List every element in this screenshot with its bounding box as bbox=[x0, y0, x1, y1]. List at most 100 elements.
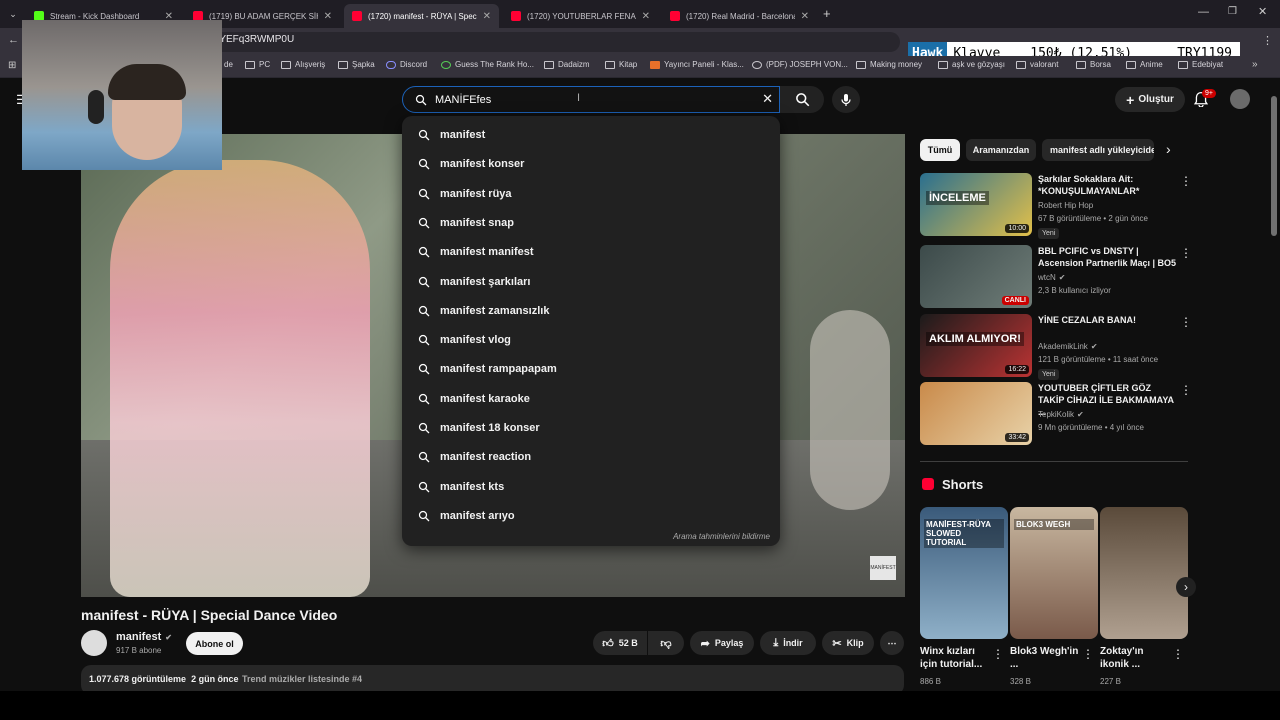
bookmark-item[interactable]: Kitap bbox=[605, 60, 637, 69]
suggestion-item[interactable]: manifest karaoke bbox=[418, 388, 530, 410]
tab-search-button[interactable]: ⌄ bbox=[6, 7, 20, 21]
suggestion-item[interactable]: manifest vlog bbox=[418, 329, 511, 351]
video-options-icon[interactable]: ⋮ bbox=[1180, 246, 1192, 260]
discord-icon bbox=[386, 60, 396, 69]
short-thumbnail[interactable]: MANİFEST-RÜYA SLOWED TUTORIAL bbox=[920, 507, 1008, 639]
related-title[interactable]: Şarkılar Sokaklara Ait: *KONUŞULMAYANLAR… bbox=[1038, 173, 1178, 197]
like-button[interactable]: 👍︎ 52 B bbox=[593, 631, 647, 655]
video-options-icon[interactable]: ⋮ bbox=[1180, 383, 1192, 397]
related-channel[interactable]: AkademikLink ✔ bbox=[1038, 342, 1098, 351]
suggestion-item[interactable]: manifest kts bbox=[418, 476, 504, 498]
short-title[interactable]: Zoktay'ın ikonik ... bbox=[1100, 645, 1170, 671]
related-channel[interactable]: wtcN ✔ bbox=[1038, 273, 1065, 282]
bookmark-item[interactable]: Alışveriş bbox=[281, 60, 325, 69]
channel-watermark[interactable]: MANİFEST bbox=[870, 556, 896, 580]
more-actions-button[interactable]: ⋯ bbox=[880, 631, 904, 655]
new-tab-button[interactable]: + bbox=[823, 6, 831, 21]
short-title[interactable]: Winx kızları için tutorial... bbox=[920, 645, 990, 671]
chip-all[interactable]: Tümü bbox=[920, 139, 960, 161]
avatar[interactable] bbox=[1230, 89, 1250, 109]
related-title[interactable]: YİNE CEZALAR BANA! bbox=[1038, 314, 1178, 326]
download-button[interactable]: ⤓ İndir bbox=[760, 631, 816, 655]
suggestion-item[interactable]: manifest manifest bbox=[418, 241, 534, 263]
suggestion-item[interactable]: manifest rampapapam bbox=[418, 358, 557, 380]
suggestion-item[interactable]: manifest snap bbox=[418, 212, 514, 234]
bookmark-item[interactable]: Borsa bbox=[1076, 60, 1111, 69]
channel-avatar[interactable] bbox=[81, 630, 107, 656]
close-tab-icon[interactable]: ✕ bbox=[801, 11, 809, 22]
bookmark-item[interactable]: Making money bbox=[856, 60, 922, 69]
scrollbar-thumb[interactable] bbox=[1271, 96, 1277, 236]
suggestion-item[interactable]: manifest 18 konser bbox=[418, 417, 540, 439]
bookmark-item[interactable]: Guess The Rank Ho... bbox=[441, 60, 534, 69]
restore-icon[interactable]: ❐ bbox=[1228, 6, 1237, 17]
bookmark-item[interactable]: Edebiyat bbox=[1178, 60, 1223, 69]
suggestion-item[interactable]: manifest zamansızlık bbox=[418, 300, 549, 322]
minimize-icon[interactable]: — bbox=[1198, 6, 1209, 18]
related-channel[interactable]: TepkiKolik ✔ bbox=[1038, 410, 1084, 419]
related-title[interactable]: BBL PCIFIC vs DNSTY | Ascension Partnerl… bbox=[1038, 245, 1178, 269]
related-thumbnail[interactable]: 33:42 bbox=[920, 382, 1032, 445]
bookmark-item[interactable]: Yayıncı Paneli - Klas... bbox=[650, 60, 744, 69]
suggestion-item[interactable]: manifest bbox=[418, 124, 485, 146]
back-icon[interactable]: ← bbox=[8, 34, 19, 46]
suggestion-item[interactable]: manifest şarkıları bbox=[418, 271, 531, 293]
bookmark-item[interactable]: valorant bbox=[1016, 60, 1058, 69]
bookmark-item[interactable]: Dadaizm bbox=[544, 60, 590, 69]
bookmark-item[interactable]: Şapka bbox=[338, 60, 375, 69]
apps-grid-icon[interactable]: ⊞ bbox=[8, 60, 16, 71]
close-tab-icon[interactable]: ✕ bbox=[642, 11, 650, 22]
channel-name[interactable]: manifest ✔ bbox=[116, 631, 172, 643]
headphones-icon bbox=[88, 90, 104, 124]
bookmark-item[interactable]: Anime bbox=[1126, 60, 1163, 69]
video-options-icon[interactable]: ⋮ bbox=[1180, 174, 1192, 188]
report-predictions-link[interactable]: Arama tahminlerini bildirme bbox=[673, 532, 770, 541]
bookmark-item[interactable]: (PDF) JOSEPH VON... bbox=[752, 60, 848, 69]
related-thumbnail[interactable]: CANLI bbox=[920, 245, 1032, 308]
short-title[interactable]: Blok3 Wegh'in ... bbox=[1010, 645, 1080, 671]
bookmark-item[interactable]: PC bbox=[245, 60, 270, 69]
suggestion-item[interactable]: manifest arıyo bbox=[418, 505, 515, 527]
related-thumbnail[interactable]: AKLIM ALMIYOR! 16:22 bbox=[920, 314, 1032, 377]
bookmark-item[interactable]: de bbox=[224, 60, 233, 69]
search-input[interactable]: MANİFEfes I ✕ bbox=[402, 86, 780, 113]
close-tab-icon[interactable]: ✕ bbox=[483, 11, 491, 22]
menu-icon[interactable]: ⋮ bbox=[1262, 34, 1273, 47]
chip-from-search[interactable]: Aramanızdan bbox=[966, 139, 1036, 161]
suggestion-item[interactable]: manifest reaction bbox=[418, 446, 531, 468]
browser-tab[interactable]: (1720) Real Madrid - Barcelona ✕ bbox=[662, 4, 817, 28]
search-button[interactable] bbox=[780, 86, 824, 113]
short-thumbnail[interactable] bbox=[1100, 507, 1188, 639]
short-options-icon[interactable]: ⋮ bbox=[1172, 647, 1184, 661]
clip-button[interactable]: ✂ Klip bbox=[822, 631, 874, 655]
address-bar[interactable] bbox=[200, 32, 900, 52]
bookmark-item[interactable]: Discord bbox=[386, 60, 427, 69]
chip-from-uploader[interactable]: manifest adlı yükleyiciden bbox=[1042, 139, 1154, 161]
clear-search-icon[interactable]: ✕ bbox=[762, 91, 773, 107]
page-scrollbar[interactable] bbox=[1271, 84, 1277, 688]
bookmark-item[interactable]: aşk ve gözyaşı bbox=[938, 60, 1005, 69]
close-tab-icon[interactable]: ✕ bbox=[324, 11, 332, 22]
close-window-icon[interactable]: ✕ bbox=[1258, 5, 1267, 18]
share-button[interactable]: ➦ Paylaş bbox=[690, 631, 754, 655]
chevron-right-icon[interactable]: › bbox=[1166, 141, 1171, 157]
subscribe-button[interactable]: Abone ol bbox=[186, 632, 243, 655]
short-thumbnail[interactable]: BLOK3 WEGH bbox=[1010, 507, 1098, 639]
shorts-next-button[interactable]: › bbox=[1176, 577, 1196, 597]
short-options-icon[interactable]: ⋮ bbox=[1082, 647, 1094, 661]
related-thumbnail[interactable]: İNCELEME 10:00 bbox=[920, 173, 1032, 236]
short-options-icon[interactable]: ⋮ bbox=[992, 647, 1004, 661]
trending-label[interactable]: Trend müzikler listesinde #4 bbox=[242, 674, 362, 684]
browser-tab[interactable]: (1720) YOUTUBERLAR FENA İFŞ ✕ bbox=[503, 4, 658, 28]
suggestion-item[interactable]: manifest rüya bbox=[418, 183, 512, 205]
suggestion-item[interactable]: manifest konser bbox=[418, 153, 524, 175]
more-bookmarks-icon[interactable]: » bbox=[1252, 59, 1258, 70]
dislike-button[interactable]: 👎︎ bbox=[648, 631, 684, 655]
browser-tab-active[interactable]: (1720) manifest - RÜYA | Special ✕ bbox=[344, 4, 499, 28]
create-button[interactable]: + Oluştur bbox=[1115, 87, 1185, 112]
voice-search-button[interactable] bbox=[832, 86, 860, 113]
related-channel[interactable]: Robert Hip Hop bbox=[1038, 201, 1093, 210]
video-options-icon[interactable]: ⋮ bbox=[1180, 315, 1192, 329]
search-icon bbox=[418, 393, 430, 405]
search-icon bbox=[418, 247, 430, 258]
